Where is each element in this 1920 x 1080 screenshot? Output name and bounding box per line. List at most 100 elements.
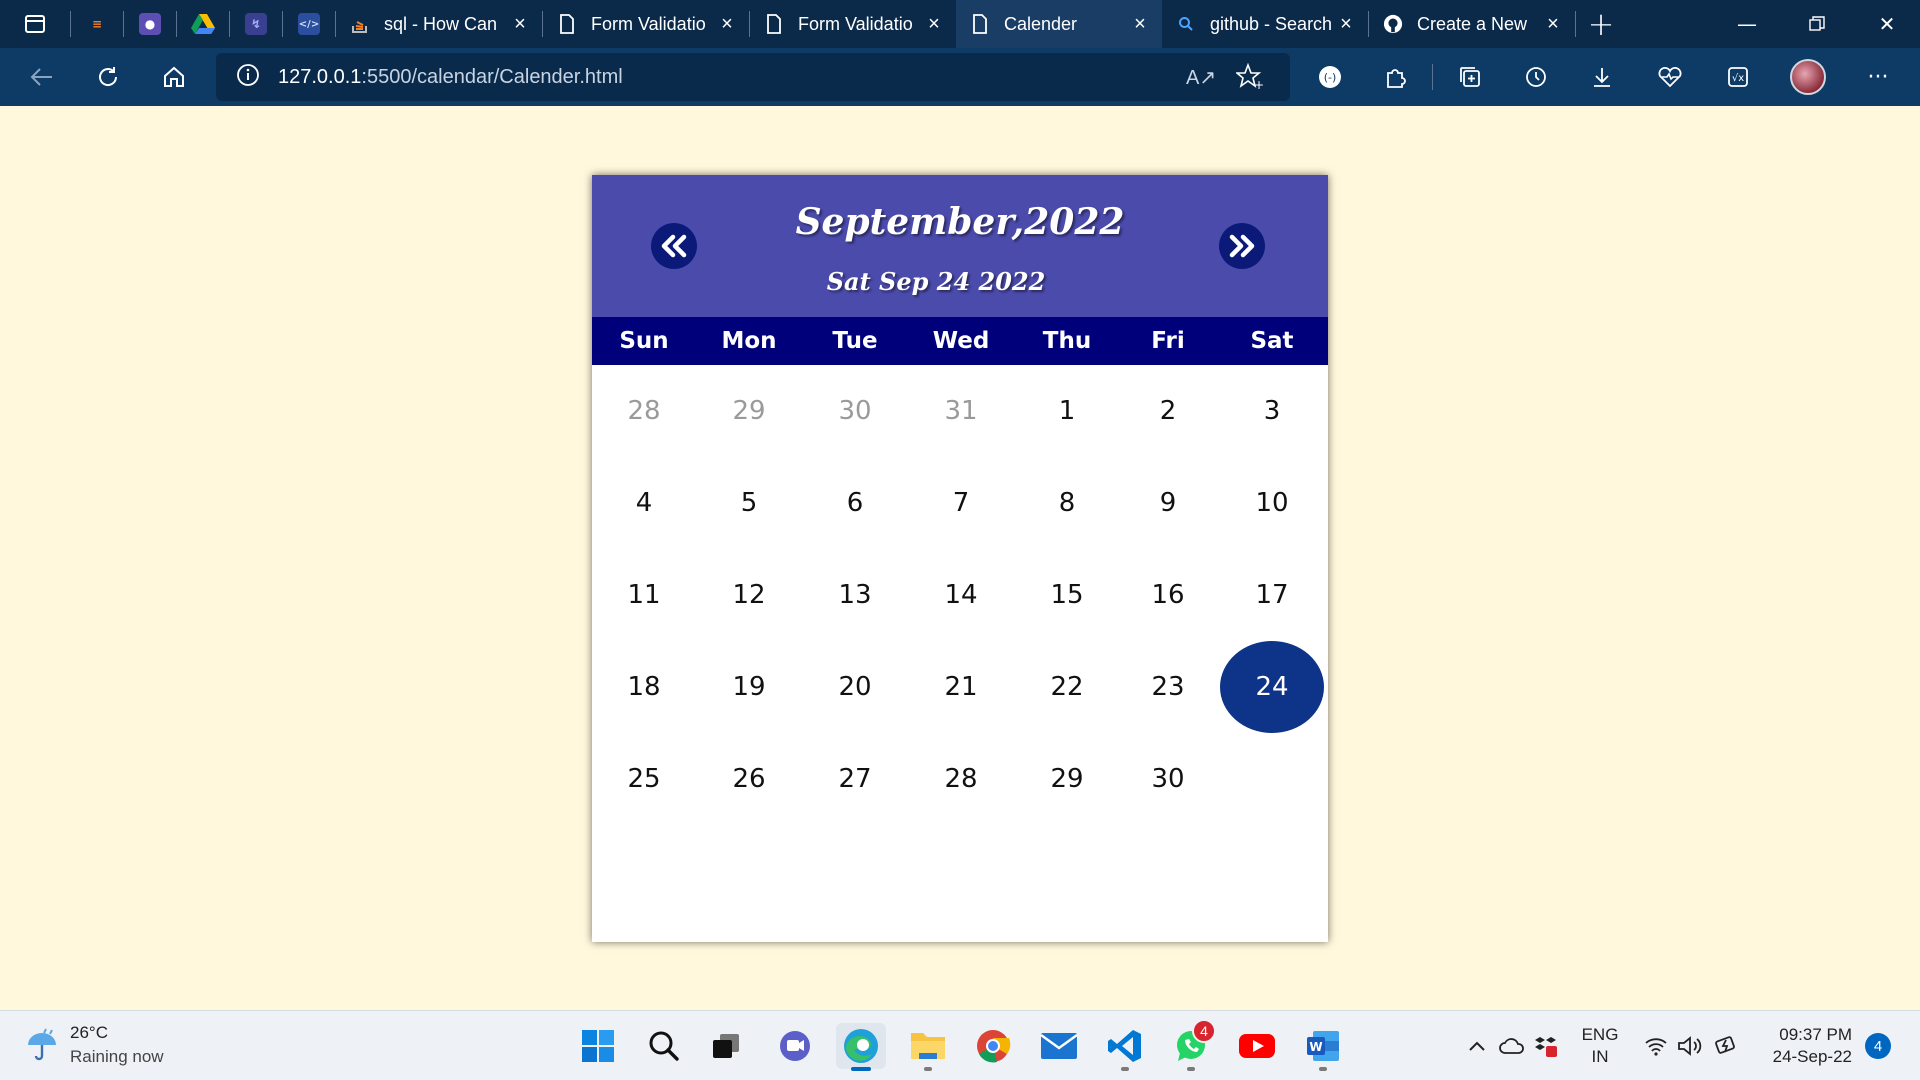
clock[interactable]: 09:37 PM 24-Sep-22 bbox=[1756, 1011, 1852, 1080]
whatsapp-icon[interactable]: 4 bbox=[1166, 1019, 1216, 1071]
day-cell[interactable]: 5 bbox=[696, 457, 802, 549]
profile-avatar[interactable] bbox=[1780, 48, 1836, 106]
day-cell[interactable]: 28 bbox=[908, 733, 1014, 825]
day-cell[interactable]: 8 bbox=[1014, 457, 1120, 549]
file-explorer-icon[interactable] bbox=[903, 1023, 953, 1071]
day-cell[interactable]: 17 bbox=[1216, 549, 1328, 641]
day-cell-other-month[interactable]: 28 bbox=[592, 365, 696, 457]
day-cell-other-month[interactable]: 31 bbox=[908, 365, 1014, 457]
day-cell[interactable]: 11 bbox=[592, 549, 696, 641]
new-tab-plus-icon[interactable]: + bbox=[1576, 0, 1626, 48]
day-cell-other-month[interactable]: 30 bbox=[802, 365, 908, 457]
tab-title: Form Validatio bbox=[591, 13, 706, 34]
start-button[interactable] bbox=[573, 1023, 623, 1069]
address-bar[interactable]: 127.0.0.1:5500/calendar/Calender.html A↗… bbox=[216, 53, 1290, 101]
day-number: 10 bbox=[1255, 488, 1289, 518]
history-icon[interactable] bbox=[1508, 48, 1564, 106]
day-number: 27 bbox=[838, 764, 872, 794]
day-cell[interactable]: 23 bbox=[1120, 641, 1216, 733]
browser-essentials-icon[interactable] bbox=[1642, 48, 1698, 106]
restore-icon[interactable] bbox=[1782, 0, 1852, 48]
day-cell[interactable]: 18 bbox=[592, 641, 696, 733]
minimize-icon[interactable]: — bbox=[1712, 0, 1782, 48]
day-cell[interactable]: 12 bbox=[696, 549, 802, 641]
tab-close-icon[interactable]: × bbox=[1336, 13, 1356, 36]
day-cell-today[interactable]: 24 bbox=[1216, 641, 1328, 733]
day-cell[interactable]: 15 bbox=[1014, 549, 1120, 641]
vscode-icon[interactable] bbox=[1100, 1023, 1150, 1071]
tab-close-icon[interactable]: × bbox=[1543, 13, 1563, 36]
close-window-icon[interactable]: ✕ bbox=[1852, 0, 1920, 48]
day-cell[interactable]: 26 bbox=[696, 733, 802, 825]
show-hidden-icons-chevron-icon[interactable] bbox=[1462, 1011, 1492, 1080]
day-cell[interactable]: 14 bbox=[908, 549, 1014, 641]
pinned-tab-2[interactable]: ● bbox=[124, 0, 176, 48]
day-cell[interactable]: 21 bbox=[908, 641, 1014, 733]
day-cell[interactable]: 4 bbox=[592, 457, 696, 549]
day-cell[interactable]: 13 bbox=[802, 549, 908, 641]
language-indicator[interactable]: ENG IN bbox=[1572, 1011, 1628, 1080]
day-number: 3 bbox=[1263, 396, 1281, 426]
task-view-icon[interactable] bbox=[701, 1023, 751, 1069]
day-cell[interactable]: 16 bbox=[1120, 549, 1216, 641]
day-cell-other-month[interactable]: 29 bbox=[696, 365, 802, 457]
math-solver-icon[interactable]: √x bbox=[1710, 48, 1766, 106]
mail-icon[interactable] bbox=[1034, 1023, 1084, 1069]
extension-icon[interactable]: (-) bbox=[1302, 48, 1358, 106]
day-cell[interactable]: 2 bbox=[1120, 365, 1216, 457]
tab-2[interactable]: Form Validatio × bbox=[750, 0, 956, 48]
site-info-icon[interactable] bbox=[236, 63, 260, 91]
pinned-tab-4[interactable]: ↯ bbox=[230, 0, 282, 48]
tab-4[interactable]: github - Search × bbox=[1162, 0, 1368, 48]
tab-actions-icon[interactable] bbox=[0, 0, 70, 48]
tab-0[interactable]: sql - How Can × bbox=[336, 0, 542, 48]
youtube-icon[interactable] bbox=[1232, 1023, 1282, 1069]
tab-close-icon[interactable]: × bbox=[717, 13, 737, 36]
edge-browser-icon[interactable] bbox=[836, 1023, 886, 1071]
tab-close-icon[interactable]: × bbox=[924, 13, 944, 36]
day-cell[interactable]: 7 bbox=[908, 457, 1014, 549]
collections-icon[interactable] bbox=[1442, 48, 1498, 106]
day-cell[interactable]: 25 bbox=[592, 733, 696, 825]
home-icon[interactable] bbox=[144, 48, 204, 106]
dropbox-icon[interactable] bbox=[1530, 1011, 1562, 1080]
day-cell[interactable]: 3 bbox=[1216, 365, 1328, 457]
chrome-icon[interactable] bbox=[968, 1023, 1018, 1069]
extensions-puzzle-icon[interactable] bbox=[1368, 48, 1424, 106]
read-aloud-icon[interactable]: A↗ bbox=[1186, 65, 1216, 90]
tab-5[interactable]: Create a New × bbox=[1369, 0, 1575, 48]
pinned-tab-5[interactable]: </> bbox=[283, 0, 335, 48]
day-cell[interactable]: 20 bbox=[802, 641, 908, 733]
pinned-tab-1[interactable]: ≡ bbox=[71, 0, 123, 48]
day-cell[interactable]: 30 bbox=[1120, 733, 1216, 825]
tab-3-active[interactable]: Calender × bbox=[956, 0, 1162, 48]
next-month-button[interactable] bbox=[1219, 223, 1265, 269]
day-cell[interactable]: 6 bbox=[802, 457, 908, 549]
back-arrow-icon[interactable] bbox=[12, 48, 72, 106]
day-cell[interactable]: 27 bbox=[802, 733, 908, 825]
tab-close-icon[interactable]: × bbox=[510, 13, 530, 36]
active-app-indicator bbox=[851, 1067, 871, 1071]
tab-1[interactable]: Form Validatio × bbox=[543, 0, 749, 48]
day-cell[interactable]: 1 bbox=[1014, 365, 1120, 457]
downloads-icon[interactable] bbox=[1574, 48, 1630, 106]
taskbar-search-icon[interactable] bbox=[639, 1023, 689, 1069]
onedrive-cloud-icon[interactable] bbox=[1496, 1011, 1528, 1080]
tab-close-icon[interactable]: × bbox=[1130, 13, 1150, 36]
day-cell[interactable]: 10 bbox=[1216, 457, 1328, 549]
notification-center-button[interactable]: 4 bbox=[1862, 1011, 1894, 1080]
battery-charging-icon[interactable] bbox=[1710, 1011, 1742, 1080]
day-cell[interactable]: 19 bbox=[696, 641, 802, 733]
refresh-icon[interactable] bbox=[78, 48, 138, 106]
wifi-icon[interactable] bbox=[1640, 1011, 1672, 1080]
day-cell[interactable]: 9 bbox=[1120, 457, 1216, 549]
favorite-star-icon[interactable]: + bbox=[1234, 62, 1264, 95]
day-cell[interactable]: 22 bbox=[1014, 641, 1120, 733]
pinned-tab-3[interactable] bbox=[177, 0, 229, 48]
teams-chat-icon[interactable] bbox=[770, 1023, 820, 1069]
volume-icon[interactable] bbox=[1674, 1011, 1706, 1080]
day-cell[interactable]: 29 bbox=[1014, 733, 1120, 825]
word-icon[interactable]: W bbox=[1298, 1023, 1348, 1071]
more-menu-icon[interactable]: ··· bbox=[1850, 48, 1906, 106]
weather-widget[interactable]: 26°C Raining now bbox=[24, 1021, 164, 1069]
